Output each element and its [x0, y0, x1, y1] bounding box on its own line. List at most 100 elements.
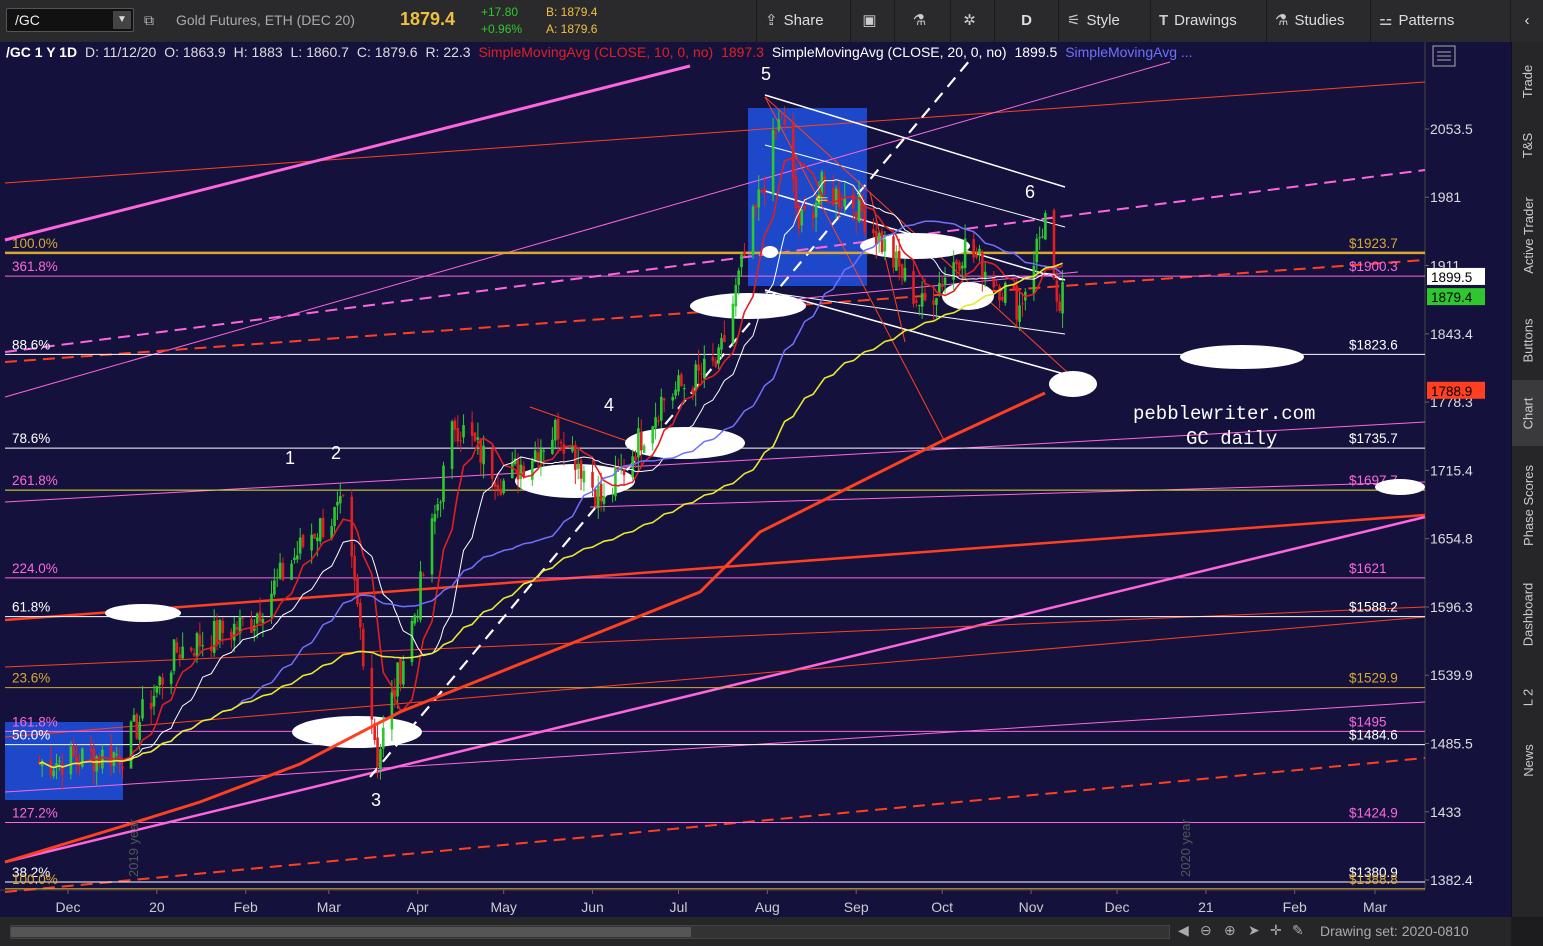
chevron-down-icon[interactable]: ▼	[113, 11, 131, 29]
candle-body	[995, 284, 998, 286]
candle-body	[723, 335, 726, 343]
candle-body	[662, 398, 666, 401]
candle-body	[754, 205, 758, 208]
tab-chart[interactable]: Chart	[1512, 380, 1543, 446]
fib-level-pct: 361.8%	[12, 259, 58, 274]
candle-body	[456, 428, 460, 442]
drawings-button[interactable]: T Drawings	[1150, 0, 1266, 42]
price-axis[interactable]	[1425, 42, 1511, 917]
target-ellipse	[625, 427, 745, 459]
candle-body	[218, 620, 222, 641]
tab-active-trader-label: Active Trader	[1520, 196, 1536, 274]
candle-body	[531, 460, 534, 480]
candle-body	[854, 211, 858, 220]
candle-body	[674, 389, 677, 396]
style-button[interactable]: ⚟ Style	[1058, 0, 1150, 42]
share-button[interactable]: ⇪ Share	[756, 0, 850, 42]
candle-body	[551, 439, 554, 454]
header-sma10[interactable]: SimpleMovingAvg (CLOSE, 10, 0, no)	[478, 44, 713, 60]
pin-icon[interactable]: ✎	[1292, 922, 1304, 939]
target-ellipse	[1375, 479, 1425, 495]
drawing-set-label[interactable]: Drawing set: 2020-0810	[1320, 923, 1469, 939]
horizontal-scrollbar[interactable]	[10, 925, 1170, 939]
scroll-left-icon[interactable]: ◀	[1178, 922, 1189, 939]
candle-body	[121, 766, 124, 769]
candle-body	[596, 485, 600, 509]
candle-body	[132, 715, 136, 722]
tab-ts[interactable]: T&S	[1512, 120, 1543, 170]
candle-body	[370, 667, 374, 720]
scrollbar-thumb[interactable]	[11, 927, 691, 937]
tab-dashboard-label: Dashboard	[1520, 582, 1536, 646]
candle-body	[321, 517, 325, 538]
candle-body	[341, 494, 345, 496]
settings-button[interactable]: ✲	[950, 0, 994, 42]
crosshair-icon[interactable]: ✛	[1270, 922, 1282, 939]
zoom-in-icon[interactable]: ⊕	[1224, 922, 1236, 939]
fib-level-price: $1484.6	[1349, 728, 1398, 743]
candle-body	[671, 397, 675, 401]
header-low: L: 1860.7	[290, 44, 349, 60]
bottom-bar: ◀ ⊖ ⊕ ➤ ✛ ✎ Drawing set: 2020-0810	[0, 917, 1511, 946]
candle-body	[72, 746, 76, 757]
header-date: D: 11/12/20	[84, 44, 157, 60]
candle-body	[413, 615, 417, 624]
candle-body	[734, 285, 738, 307]
candle-body	[955, 260, 958, 265]
candle-body	[502, 480, 505, 494]
candle-body	[350, 496, 354, 557]
candle-body	[1021, 303, 1024, 305]
candle-body	[983, 271, 987, 279]
candle-body	[794, 176, 798, 208]
candle-body	[318, 518, 322, 542]
wave-label: 2	[331, 443, 341, 463]
y-tick-label: 1981	[1430, 189, 1461, 205]
candle-body	[399, 658, 402, 685]
fib-level-price: $1823.6	[1349, 337, 1398, 352]
tab-buttons[interactable]: Buttons	[1512, 300, 1543, 380]
fib-level-pct: 23.6%	[12, 671, 50, 686]
header-sma20[interactable]: SimpleMovingAvg (CLOSE, 20, 0, no)	[772, 44, 1007, 60]
symbol-input[interactable]: /GC ▼	[6, 8, 134, 32]
fib-level-price: $1388.8	[1349, 872, 1398, 887]
tab-l2[interactable]: L 2	[1512, 664, 1543, 730]
fib-level-pct: 61.8%	[12, 600, 50, 615]
candle-body	[943, 277, 947, 285]
candle-body	[599, 483, 603, 502]
aggregation-button[interactable]: D	[994, 0, 1058, 42]
collapse-button[interactable]: ‹	[1510, 0, 1543, 42]
candle-body	[872, 229, 875, 234]
candle-body	[212, 620, 216, 653]
patterns-button[interactable]: ⚍ Patterns	[1370, 0, 1510, 42]
candle-body	[1041, 236, 1044, 238]
candle-body	[923, 292, 927, 301]
header-sma-more[interactable]: SimpleMovingAvg ...	[1065, 44, 1192, 60]
style-label: Style	[1086, 12, 1120, 29]
candle-body	[416, 616, 419, 618]
candle-body	[273, 580, 276, 595]
flask-button[interactable]: ⚗	[894, 0, 950, 42]
candle-body	[1018, 305, 1021, 322]
tab-dashboard[interactable]: Dashboard	[1512, 564, 1543, 664]
tab-trade[interactable]: Trade	[1512, 42, 1543, 120]
tab-news[interactable]: News	[1512, 730, 1543, 790]
candle-body	[700, 373, 703, 375]
candle-body	[189, 647, 193, 651]
news-button[interactable]: ▣	[850, 0, 894, 42]
candle-body	[1035, 238, 1039, 263]
link-icon[interactable]: ⧉	[144, 12, 154, 29]
tab-active-trader[interactable]: Active Trader	[1512, 170, 1543, 300]
candle-body	[499, 488, 503, 495]
cursor-icon[interactable]: ➤	[1248, 922, 1260, 939]
fib-level-pct: 50.0%	[12, 728, 50, 743]
candle-body	[651, 426, 655, 444]
candle-body	[313, 533, 316, 539]
studies-button[interactable]: ⚗ Studies	[1266, 0, 1370, 42]
fib-level-price: $1923.7	[1349, 236, 1398, 251]
candle-body	[275, 577, 279, 579]
zoom-out-icon[interactable]: ⊖	[1200, 922, 1212, 939]
price-chart[interactable]: 100.0% $1923.7361.8% $1900.388.6% $1823.678…	[0, 42, 1511, 917]
tab-phase-scores[interactable]: Phase Scores	[1512, 446, 1543, 564]
candle-body	[356, 577, 359, 605]
candle-body	[149, 702, 153, 710]
